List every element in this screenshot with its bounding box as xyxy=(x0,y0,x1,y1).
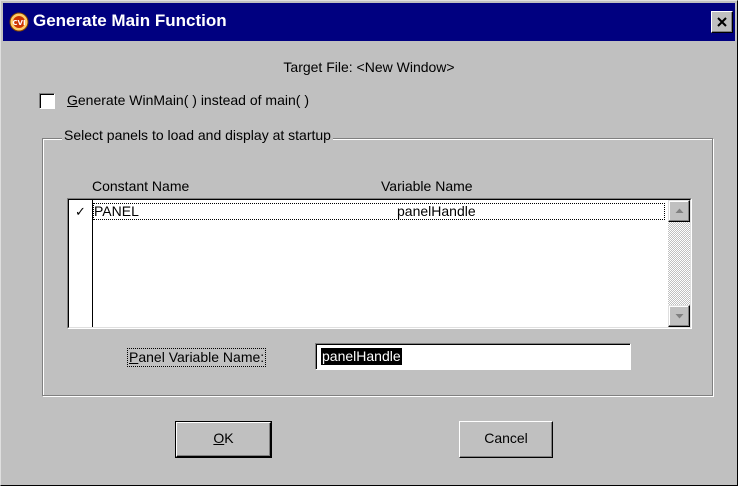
panel-variable-label-text: anel Variable Name: xyxy=(138,349,265,365)
close-button[interactable] xyxy=(711,11,733,33)
window-title: Generate Main Function xyxy=(33,11,227,30)
cvi-icon-text: CVI xyxy=(12,19,25,27)
cancel-button[interactable]: Cancel xyxy=(459,421,553,458)
scroll-up-arrow-icon xyxy=(675,208,684,213)
panel-variable-name-value: panelHandle xyxy=(321,348,402,365)
row-check-mark[interactable]: ✓ xyxy=(75,204,86,220)
row-constant-name: PANEL xyxy=(94,203,139,219)
title-bar[interactable]: CVI Generate Main Function xyxy=(3,3,735,41)
ok-button-label: OK xyxy=(213,430,233,446)
column-header-variable-name: Variable Name xyxy=(381,178,473,194)
panel-variable-name-input[interactable]: panelHandle xyxy=(315,343,631,370)
close-icon xyxy=(717,17,727,27)
generate-winmain-label-text: enerate WinMain( ) instead of main( ) xyxy=(77,92,309,108)
ok-button[interactable]: OK xyxy=(175,421,272,458)
row-variable-name: panelHandle xyxy=(397,203,476,219)
generate-main-function-dialog: CVI Generate Main Function Target File: … xyxy=(0,0,738,486)
panels-group-legend: Select panels to load and display at sta… xyxy=(62,127,333,143)
listbox-vertical-scrollbar[interactable] xyxy=(668,200,690,327)
cancel-button-label: Cancel xyxy=(484,430,528,446)
cvi-app-icon: CVI xyxy=(9,12,29,32)
generate-winmain-label[interactable]: Generate WinMain( ) instead of main( ) xyxy=(67,92,309,108)
generate-winmain-checkbox[interactable] xyxy=(39,93,55,109)
target-file-label: Target File: <New Window> xyxy=(283,59,455,75)
panels-listbox[interactable]: ✓ PANEL panelHandle xyxy=(67,198,692,329)
panel-variable-name-label: Panel Variable Name: xyxy=(127,348,267,367)
scroll-down-button[interactable] xyxy=(668,305,690,327)
list-row-panel[interactable]: ✓ PANEL panelHandle xyxy=(69,203,665,221)
panel-variable-mnemonic: P xyxy=(129,349,139,365)
scroll-down-arrow-icon xyxy=(675,314,684,319)
scroll-up-button[interactable] xyxy=(668,200,690,222)
ok-button-label-text: K xyxy=(224,430,234,446)
row-focus-rect xyxy=(93,203,665,220)
column-header-constant-name: Constant Name xyxy=(92,178,190,194)
ok-button-mnemonic: O xyxy=(213,430,225,446)
generate-winmain-mnemonic: G xyxy=(67,92,78,108)
